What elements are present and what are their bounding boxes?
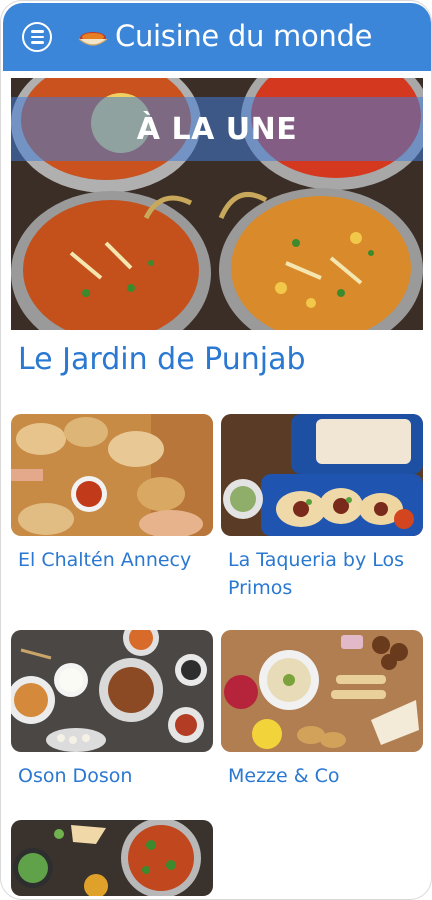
- featured-restaurant-name[interactable]: Le Jardin de Punjab: [18, 342, 306, 377]
- restaurant-name: La Taqueria by Los Primos: [228, 549, 405, 599]
- restaurant-image: [11, 630, 213, 752]
- restaurant-image: [11, 820, 213, 896]
- app-title: Cuisine du monde: [115, 19, 373, 53]
- restaurant-card[interactable]: [11, 820, 213, 899]
- food-bowl-logo-icon: [78, 32, 108, 46]
- restaurant-card[interactable]: La Taqueria by Los Primos: [221, 414, 423, 602]
- restaurant-image: [221, 630, 423, 752]
- app-screen: Cuisine du monde À LA UNE Le Jardin de P…: [0, 0, 432, 900]
- featured-banner-label: À LA UNE: [136, 111, 298, 147]
- menu-icon[interactable]: [22, 22, 52, 52]
- restaurant-image: [11, 414, 213, 536]
- restaurant-card[interactable]: Mezze & Co: [221, 630, 423, 790]
- restaurant-card[interactable]: El Chaltén Annecy: [11, 414, 213, 574]
- app-bar: Cuisine du monde: [3, 3, 431, 71]
- restaurant-name: Mezze & Co: [228, 765, 340, 787]
- featured-restaurant-card[interactable]: À LA UNE: [11, 78, 423, 330]
- restaurant-name: Oson Doson: [18, 765, 133, 787]
- featured-banner: À LA UNE: [11, 97, 423, 161]
- restaurant-image: [221, 414, 423, 536]
- restaurant-card[interactable]: Oson Doson: [11, 630, 213, 790]
- restaurant-name: El Chaltén Annecy: [18, 549, 192, 571]
